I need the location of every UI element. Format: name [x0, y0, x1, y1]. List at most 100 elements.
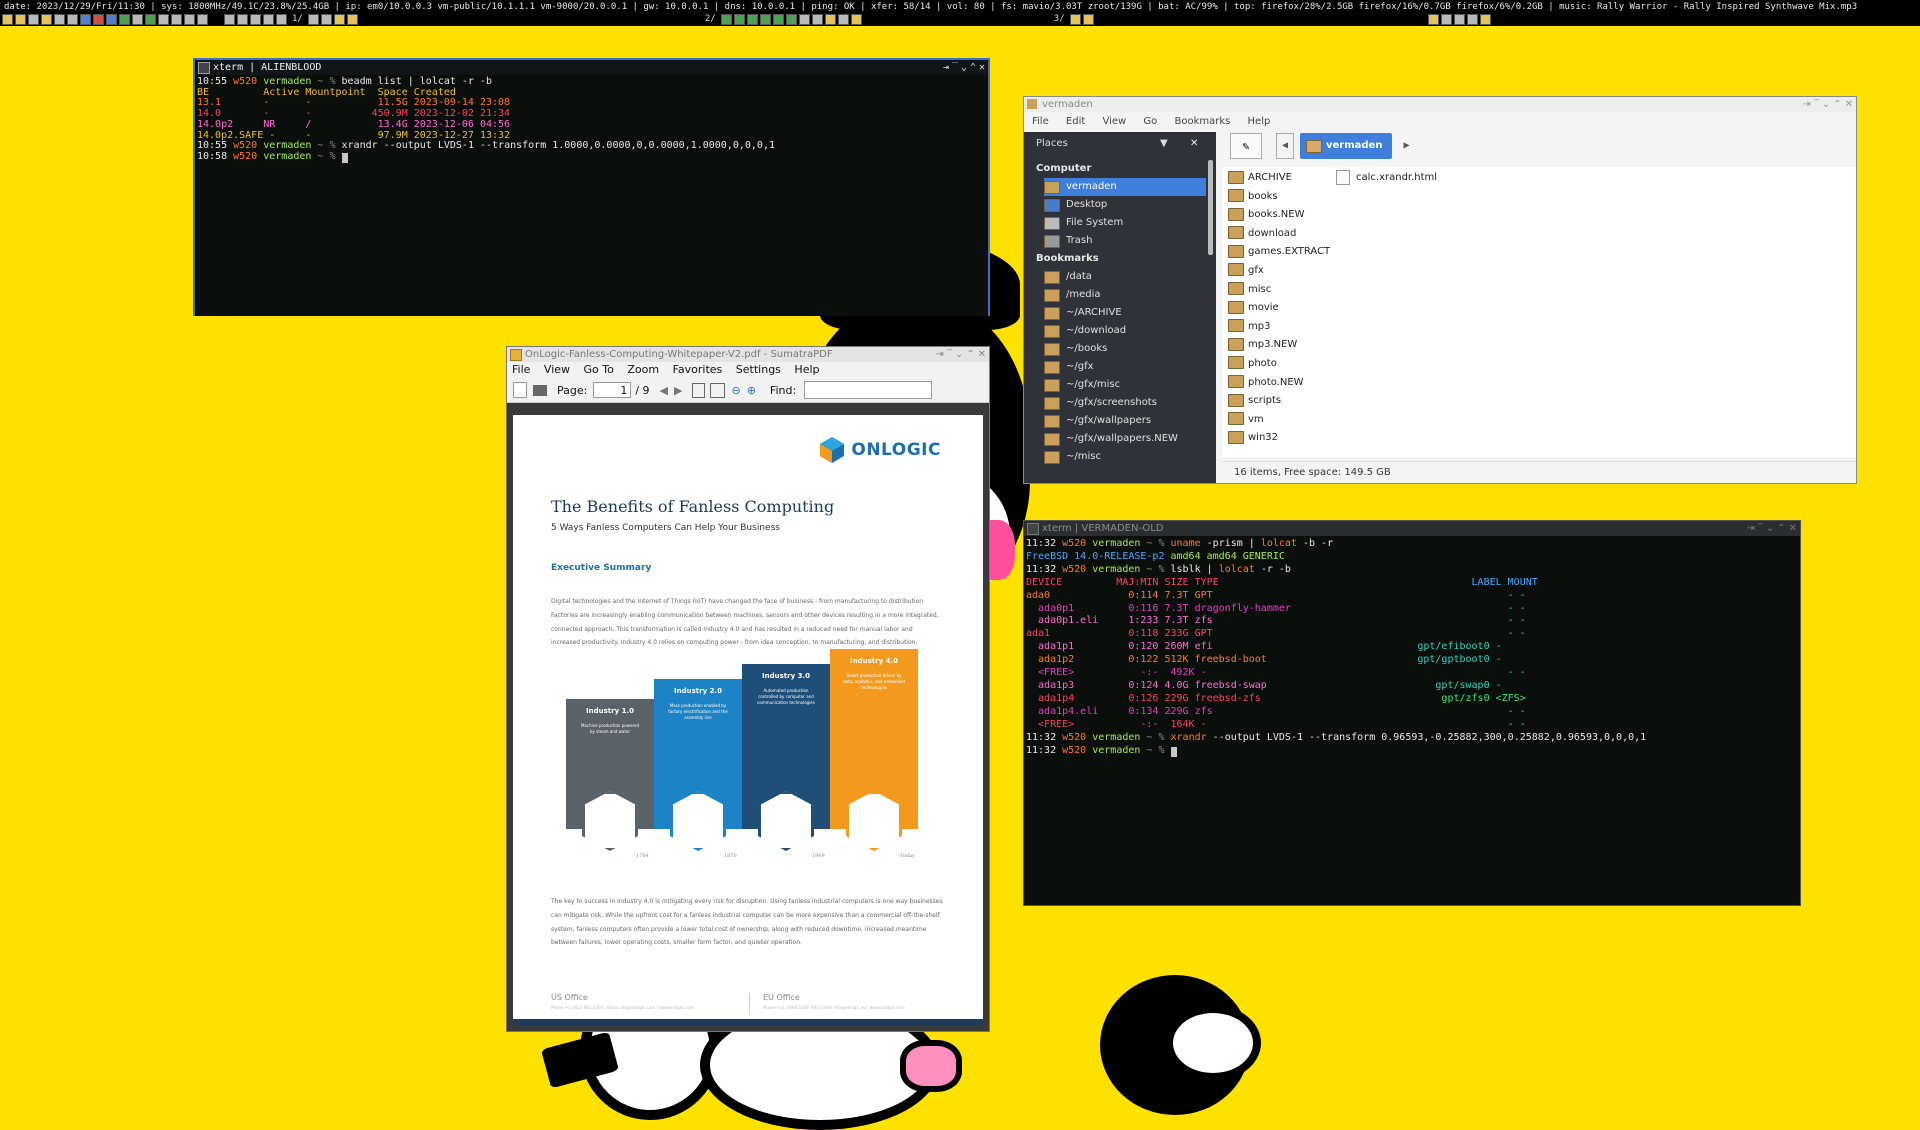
sidebar-item-gfx-misc[interactable]: ~/gfx/misc [1044, 376, 1206, 394]
close-sidebar-icon[interactable]: ✕ [1190, 132, 1198, 156]
pin-icon[interactable]: ⇥ [1746, 521, 1754, 536]
print-icon[interactable] [533, 384, 547, 396]
list-item[interactable]: win32 [1228, 429, 1328, 448]
file-view[interactable]: ARCHIVE books books.NEW download games.EXTRA… [1222, 167, 1856, 457]
list-item[interactable]: mp3.NEW [1228, 336, 1328, 355]
sidebar-item-archive[interactable]: ~/ARCHIVE [1044, 304, 1206, 322]
sidebar-item-gfx-screenshots[interactable]: ~/gfx/screenshots [1044, 394, 1206, 412]
list-item[interactable]: gfx [1228, 262, 1328, 281]
workspace-1[interactable]: 1/ [292, 13, 303, 25]
window-titlebar[interactable]: OnLogic-Fanless-Computing-Whitepaper-V2.… [507, 347, 989, 362]
close-icon[interactable]: ✕ [1845, 97, 1853, 112]
minimize-icon[interactable]: ‾ [947, 347, 952, 362]
zoom-in-icon[interactable]: ⊕ [747, 384, 756, 397]
task-icon[interactable] [746, 13, 758, 25]
tray-icon[interactable] [1440, 13, 1452, 25]
terminal-icon[interactable] [320, 13, 332, 25]
window-icon[interactable] [224, 13, 235, 25]
browser-icon[interactable] [80, 13, 91, 25]
maximize-icon[interactable]: ⌃ [966, 347, 974, 362]
close-icon[interactable]: ✕ [978, 347, 986, 362]
menu-favorites[interactable]: Favorites [673, 363, 723, 376]
next-page-icon[interactable]: ▶ [674, 384, 682, 397]
tray-icon[interactable] [1427, 13, 1439, 25]
terminal-output[interactable]: 10:55 w520 vermaden ~ % beadm list | lol… [195, 75, 988, 316]
menu-view[interactable]: View [544, 363, 570, 376]
settings-icon[interactable] [132, 13, 143, 25]
chrome-icon[interactable] [119, 13, 130, 25]
list-item[interactable]: games.EXTRACT [1228, 243, 1330, 262]
sidebar-item-gfx-wallpapers[interactable]: ~/gfx/wallpapers [1044, 412, 1206, 430]
chromium-icon[interactable] [106, 13, 117, 25]
task-icon[interactable] [837, 13, 849, 25]
archive-icon[interactable] [41, 13, 52, 25]
media-icon[interactable] [158, 13, 169, 25]
maximize-icon[interactable]: ⌃ [1833, 97, 1841, 112]
pdf-page[interactable]: ONLOGIC The Benefits of Fanless Computin… [513, 415, 983, 1025]
spreadsheet-icon[interactable] [145, 13, 156, 25]
workspace-2[interactable]: 2/ [705, 13, 716, 25]
task-icon[interactable] [720, 13, 732, 25]
list-item[interactable]: ARCHIVE [1228, 169, 1328, 188]
list-item[interactable]: scripts [1228, 392, 1328, 411]
list-item[interactable]: books [1228, 188, 1328, 207]
terminal-icon[interactable] [28, 13, 39, 25]
sidebar-scrollbar[interactable] [1208, 160, 1213, 255]
list-item[interactable]: vm [1228, 411, 1328, 430]
prev-page-icon[interactable]: ◀ [660, 384, 668, 397]
menu-bookmarks[interactable]: Bookmarks [1174, 116, 1230, 127]
terminal-icon[interactable] [307, 13, 319, 25]
menu-file[interactable]: File [1032, 116, 1049, 127]
task-icon[interactable] [785, 13, 797, 25]
list-item[interactable]: photo [1228, 355, 1328, 374]
folder-icon[interactable] [1069, 13, 1081, 25]
location-forward-icon[interactable]: ▶ [1398, 134, 1414, 158]
menu-settings[interactable]: Settings [736, 363, 781, 376]
fit-width-icon[interactable] [710, 382, 726, 398]
task-icon[interactable] [811, 13, 823, 25]
fit-page-icon[interactable] [692, 382, 706, 398]
window-icon[interactable] [276, 13, 287, 25]
list-item[interactable]: misc [1228, 281, 1328, 300]
menu-help[interactable]: Help [794, 363, 819, 376]
tray-icon[interactable] [1453, 13, 1465, 25]
minimize-icon[interactable]: ‾ [952, 60, 958, 75]
firefox-icon[interactable] [93, 13, 104, 25]
folder-icon[interactable] [2, 13, 13, 25]
menu-file[interactable]: File [512, 363, 530, 376]
location-back-icon[interactable]: ◀ [1276, 133, 1294, 159]
sidebar-item-misc[interactable]: ~/misc [1044, 448, 1206, 466]
places-dropdown-icon[interactable]: ▼ [1160, 132, 1168, 156]
find-input[interactable] [804, 381, 933, 399]
close-icon[interactable]: ✕ [1789, 521, 1797, 536]
folder-icon[interactable] [333, 13, 345, 25]
sidebar-item-gfx-wallpapers-new[interactable]: ~/gfx/wallpapers.NEW [1044, 430, 1206, 448]
list-item[interactable]: download [1228, 225, 1328, 244]
window-titlebar[interactable]: xterm | VERMADEN-OLD ⇥ ‾ ⌄ ⌃ ✕ [1024, 521, 1800, 536]
terminal-window-vermaden-old[interactable]: xterm | VERMADEN-OLD ⇥ ‾ ⌄ ⌃ ✕ 11:32 w52… [1023, 520, 1801, 906]
link-icon[interactable] [171, 13, 182, 25]
maximize-icon[interactable]: ⌃ [970, 60, 976, 75]
shade-icon[interactable]: ⌄ [1766, 521, 1774, 536]
folder-icon[interactable] [346, 13, 358, 25]
task-icon[interactable] [824, 13, 836, 25]
pin-icon[interactable]: ⇥ [1802, 97, 1810, 112]
sidebar-item-download[interactable]: ~/download [1044, 322, 1206, 340]
display-icon[interactable] [184, 13, 195, 25]
list-item[interactable]: books.NEW [1228, 206, 1328, 225]
shade-icon[interactable]: ⌄ [1822, 97, 1830, 112]
window-titlebar[interactable]: xterm | ALIENBLOOD ⇥ ‾ ⌄ ⌃ ✕ [195, 60, 988, 75]
window-icon[interactable] [250, 13, 261, 25]
task-icon[interactable] [850, 13, 862, 25]
sidebar-item-file-system[interactable]: File System [1044, 214, 1206, 232]
pdf-viewer-window[interactable]: OnLogic-Fanless-Computing-Whitepaper-V2.… [506, 346, 990, 1032]
open-icon[interactable] [513, 382, 527, 398]
menu-zoom[interactable]: Zoom [627, 363, 659, 376]
list-item[interactable]: mp3 [1228, 318, 1328, 337]
pin-icon[interactable]: ⇥ [943, 60, 949, 75]
sidebar-item-media[interactable]: /media [1044, 286, 1206, 304]
workspace-3[interactable]: 3/ [1054, 13, 1065, 25]
pin-icon[interactable]: ⇥ [935, 347, 943, 362]
shade-icon[interactable]: ⌄ [961, 60, 967, 75]
list-item[interactable]: photo.NEW [1228, 374, 1328, 393]
